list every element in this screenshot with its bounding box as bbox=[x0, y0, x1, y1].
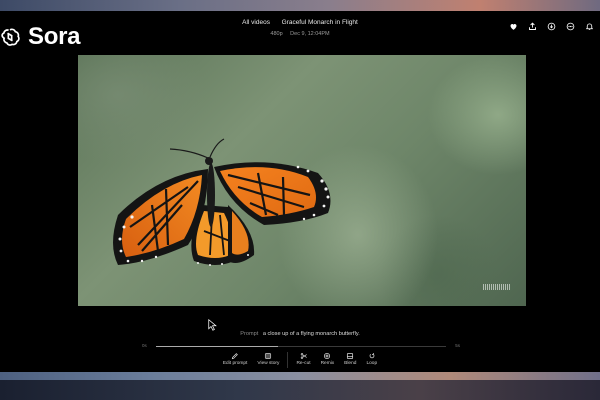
share-button[interactable] bbox=[527, 21, 537, 31]
timeline-scrubber[interactable]: 0s 5s bbox=[142, 343, 460, 351]
desktop-background-bottom bbox=[0, 372, 600, 400]
loop-icon bbox=[369, 353, 375, 359]
timeline-start-label: 0s bbox=[142, 343, 147, 348]
openai-logo-icon bbox=[1, 28, 20, 46]
recut-label: Re-cut bbox=[296, 361, 311, 366]
video-player[interactable] bbox=[78, 55, 526, 306]
date-label: Dec 9, 12:04PM bbox=[290, 31, 330, 37]
video-title: Graceful Monarch in Flight bbox=[281, 19, 358, 26]
app-name: Sora bbox=[28, 23, 81, 50]
loop-button[interactable]: Loop bbox=[361, 352, 382, 368]
more-button[interactable] bbox=[565, 21, 575, 31]
monarch-butterfly-frame bbox=[113, 138, 331, 266]
header-actions bbox=[508, 21, 594, 31]
blend-label: Blend bbox=[344, 361, 357, 366]
remix-icon bbox=[324, 352, 331, 360]
sora-logo[interactable]: Sora bbox=[0, 23, 81, 50]
heart-icon bbox=[510, 23, 516, 30]
remix-button[interactable]: Remix bbox=[316, 352, 340, 368]
prompt-label: Prompt bbox=[240, 331, 259, 337]
prompt-text: a close up of a flying monarch butterfly… bbox=[262, 331, 360, 337]
resolution-label: 480p bbox=[270, 31, 283, 37]
timeline-end-label: 5s bbox=[455, 343, 460, 348]
sora-video-viewer: Sora All videos Graceful Monarch in Flig… bbox=[0, 11, 600, 372]
recut-button[interactable]: Re-cut bbox=[291, 352, 315, 368]
favorite-button[interactable] bbox=[508, 21, 518, 31]
blend-button[interactable]: Blend bbox=[339, 352, 361, 368]
download-button[interactable] bbox=[546, 21, 556, 31]
timeline-track[interactable] bbox=[156, 346, 446, 347]
view-story-label: View story bbox=[257, 361, 280, 366]
edit-toolbar: Edit prompt View story Re-cut Remix Blen… bbox=[0, 352, 600, 368]
mouse-cursor-icon bbox=[208, 319, 217, 331]
toolbar-divider bbox=[287, 352, 289, 368]
view-story-button[interactable]: View story bbox=[252, 352, 284, 368]
storyboard-icon bbox=[265, 353, 272, 359]
loop-label: Loop bbox=[366, 361, 378, 366]
video-header: All videos Graceful Monarch in Flight 48… bbox=[150, 18, 450, 39]
blend-icon bbox=[347, 352, 354, 360]
desktop-background-top bbox=[0, 0, 600, 11]
more-icon bbox=[566, 22, 574, 30]
sora-watermark bbox=[483, 284, 510, 290]
edit-prompt-button[interactable]: Edit prompt bbox=[218, 352, 253, 368]
prompt-caption: Prompt a close up of a flying monarch bu… bbox=[0, 331, 600, 337]
timeline-progress bbox=[156, 346, 278, 347]
notification-icon bbox=[585, 22, 593, 30]
breadcrumb-all-videos[interactable]: All videos bbox=[242, 19, 270, 26]
edit-prompt-label: Edit prompt bbox=[222, 361, 248, 366]
remix-label: Remix bbox=[320, 361, 335, 366]
share-icon bbox=[528, 21, 536, 30]
notifications-button[interactable] bbox=[584, 21, 594, 31]
scissors-icon bbox=[300, 353, 307, 359]
download-icon bbox=[547, 22, 555, 30]
pencil-icon bbox=[231, 353, 238, 360]
